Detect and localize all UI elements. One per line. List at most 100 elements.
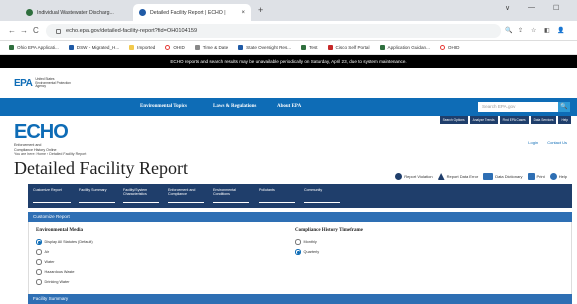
radio-display-all-statutes[interactable]: Display All Statutes (Default)	[36, 239, 93, 245]
help-icon	[549, 173, 557, 180]
report-violation-button[interactable]: Report Violation	[395, 173, 433, 180]
radio-water[interactable]: Water	[36, 259, 55, 265]
epa-nav-bar: Environmental Topics Laws & Regulations …	[0, 98, 577, 116]
epa-logo-subtitle: United States Environmental Protection A…	[35, 77, 71, 89]
bookmark-item[interactable]: DSW - Migrated_H...	[68, 45, 120, 50]
bookmark-item[interactable]: OHID	[165, 45, 185, 50]
print-button[interactable]: Print	[527, 173, 545, 180]
tab-underline	[259, 202, 295, 203]
close-tab-icon[interactable]: ×	[241, 10, 245, 16]
tab-customize-report[interactable]: Customize Report	[33, 188, 73, 203]
bookmark-folder[interactable]: Imported	[129, 45, 155, 50]
bookmark-item[interactable]: Cisco Self Portal	[327, 45, 370, 50]
tab-label: Facility Summary	[79, 188, 107, 192]
bookmark-label: Ohio EPA Applicati...	[17, 45, 59, 50]
radio-label: Drinking Water	[44, 279, 70, 284]
url-field[interactable]: echo.epa.gov/detailed-facility-report?fi…	[46, 24, 501, 38]
tab-title: Detailed Facility Report | ECHO |	[150, 9, 226, 16]
compliance-timeframe-heading: Compliance History Timeframe	[295, 228, 363, 233]
customize-report-panel: Environmental Media Display All Statutes…	[28, 222, 572, 294]
bookmark-item[interactable]: Ohio EPA Applicati...	[9, 45, 59, 50]
tab-label: Facility/System Characteristics	[123, 188, 148, 197]
bookmark-item[interactable]: OHID	[439, 45, 459, 50]
radio-quarterly[interactable]: Quarterly	[295, 249, 319, 255]
radio-label: Monthly	[303, 239, 317, 244]
bookmark-item[interactable]: State Oversight Res...	[238, 45, 291, 50]
bookmark-label: Time & Date	[202, 45, 229, 50]
minimize-button[interactable]: —	[528, 4, 535, 11]
radio-drinking-water[interactable]: Drinking Water	[36, 279, 69, 285]
tab-pollutants[interactable]: Pollutants	[259, 188, 295, 203]
help-button[interactable]: Help	[558, 116, 571, 124]
bookmark-item[interactable]: Test	[301, 45, 318, 50]
data-services-button[interactable]: Data Services	[530, 116, 557, 124]
tab-facility-summary[interactable]: Facility Summary	[79, 188, 115, 203]
zoom-icon[interactable]: 🔍	[505, 27, 512, 34]
radio-button[interactable]	[36, 269, 42, 275]
echo-logo-sub-1: Enforcement and	[14, 143, 42, 147]
contact-us-link[interactable]: Contact Us	[547, 140, 567, 145]
browser-tab-bar: Individual Wastewater Discharg... × Deta…	[0, 0, 577, 21]
data-dictionary-button[interactable]: Data Dictionary	[483, 173, 523, 180]
help-link[interactable]: Help	[549, 173, 567, 180]
maximize-button[interactable]: ☐	[553, 4, 559, 12]
search-icon[interactable]: 🔍	[558, 102, 570, 112]
tab-search-icon[interactable]: ∨	[505, 4, 510, 12]
echo-logo[interactable]: ECHO Enforcement and Compliance History …	[14, 122, 69, 152]
bookmark-item[interactable]: Application Guidan...	[379, 45, 430, 50]
bookmark-label: OHID	[173, 45, 185, 50]
radio-button[interactable]	[36, 279, 42, 285]
tab-enforcement-compliance[interactable]: Enforcement and Compliance	[168, 188, 204, 203]
nav-environmental-topics[interactable]: Environmental Topics	[140, 104, 187, 109]
find-epa-cases-button[interactable]: Find EPA Cases	[499, 116, 529, 124]
bookmark-icon	[9, 45, 14, 50]
report-actions: Report Violation Report Data Error Data …	[390, 173, 567, 180]
bookmark-star-icon[interactable]: ☆	[531, 27, 536, 34]
analyze-trends-button[interactable]: Analyze Trends	[469, 116, 498, 124]
print-icon	[527, 173, 535, 180]
side-panel-icon[interactable]: ◧	[544, 27, 550, 34]
environmental-media-heading: Environmental Media	[36, 228, 83, 233]
action-label: Print	[536, 174, 545, 179]
breadcrumb[interactable]: You are here: Home › Detailed Facility R…	[14, 152, 86, 156]
search-options-button[interactable]: Search Options	[439, 116, 468, 124]
browser-tab-2[interactable]: Detailed Facility Report | ECHO | ×	[133, 4, 251, 21]
back-icon[interactable]: ←	[8, 26, 16, 35]
radio-button[interactable]	[36, 239, 42, 245]
radio-button[interactable]	[36, 259, 42, 265]
radio-air[interactable]: Air	[36, 249, 49, 255]
radio-button[interactable]	[36, 249, 42, 255]
customize-report-header: Customize Report	[28, 212, 572, 222]
epa-logo[interactable]: EPA United States Environmental Protecti…	[14, 77, 75, 89]
tab-environmental-conditions[interactable]: Environmental Conditions	[213, 188, 249, 203]
nav-about-epa[interactable]: About EPA	[277, 104, 301, 109]
bookmark-label: Application Guidan...	[387, 45, 430, 50]
radio-label: Air	[44, 249, 50, 254]
radio-button[interactable]	[295, 239, 301, 245]
profile-icon[interactable]: 👤	[557, 27, 564, 34]
share-icon[interactable]: ⇪	[518, 27, 523, 34]
bookmark-label: Imported	[137, 45, 156, 50]
action-label: Help	[558, 174, 567, 179]
maintenance-alert: ECHO reports and search results may be u…	[0, 55, 577, 68]
nav-laws-regulations[interactable]: Laws & Regulations	[213, 104, 256, 109]
radio-monthly[interactable]: Monthly	[295, 239, 317, 245]
bookmark-icon	[238, 45, 244, 50]
warning-icon	[437, 173, 445, 180]
radio-button[interactable]	[295, 249, 301, 255]
report-violation-icon	[395, 173, 403, 180]
report-data-error-button[interactable]: Report Data Error	[437, 173, 478, 180]
bookmark-label: DSW - Migrated_H...	[76, 45, 120, 50]
radio-hazardous-waste[interactable]: Hazardous Waste	[36, 269, 75, 275]
forward-icon[interactable]: →	[20, 26, 28, 35]
reload-icon[interactable]: C	[33, 26, 39, 35]
epa-search-input[interactable]: Search EPA.gov	[478, 102, 558, 112]
tab-facility-system-characteristics[interactable]: Facility/System Characteristics	[123, 188, 159, 203]
new-tab-button[interactable]: +	[258, 5, 263, 15]
bookmark-item[interactable]: Time & Date	[194, 45, 229, 50]
tab-title: Individual Wastewater Discharg...	[37, 9, 114, 16]
login-link[interactable]: Login	[528, 140, 538, 145]
facility-summary-header: Facility Summary	[28, 294, 572, 304]
tab-underline	[213, 202, 249, 203]
tab-community[interactable]: Community	[304, 188, 340, 203]
